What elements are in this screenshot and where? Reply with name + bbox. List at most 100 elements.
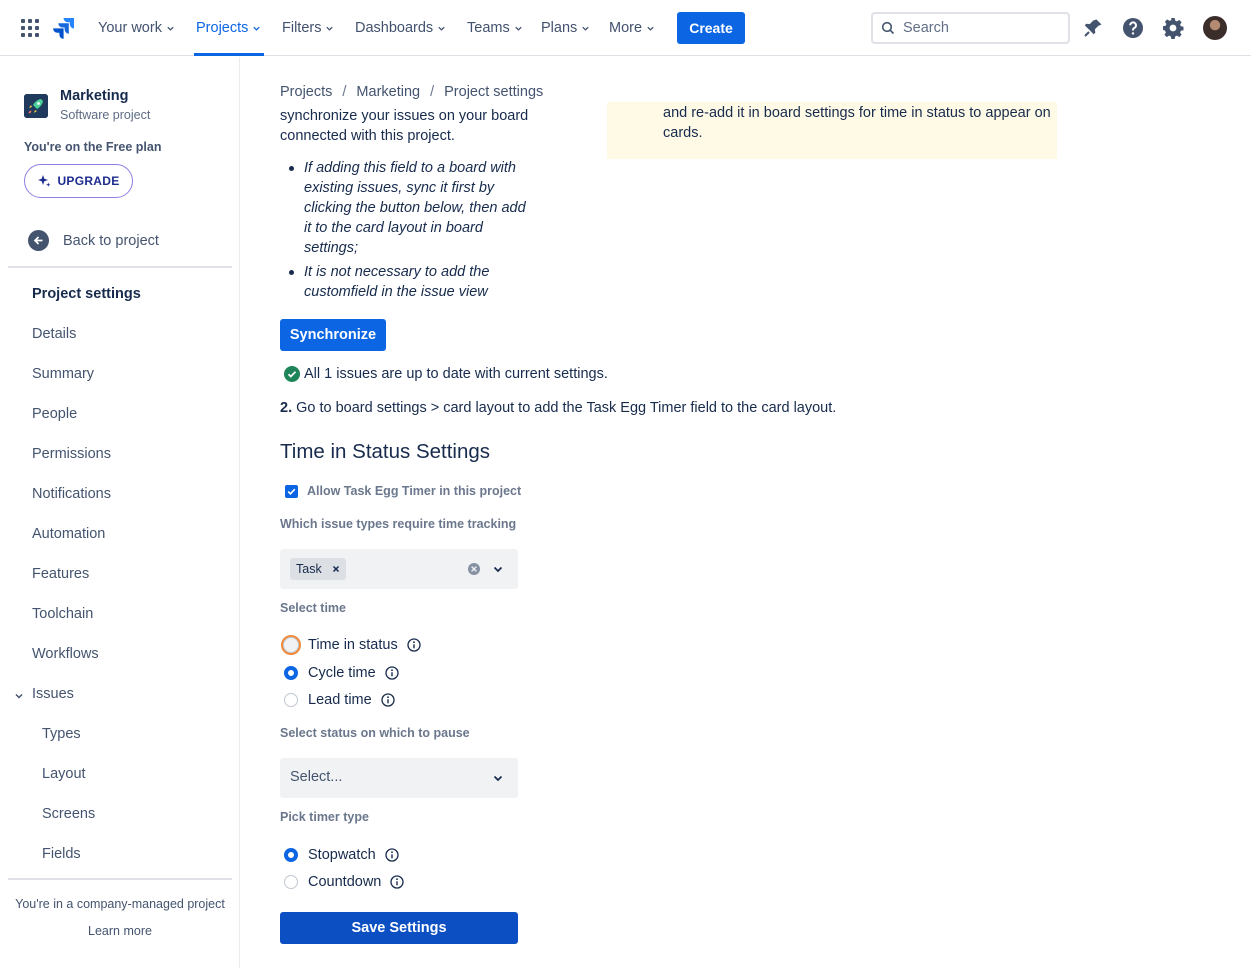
breadcrumb-projects[interactable]: Projects: [280, 84, 332, 100]
radio-countdown[interactable]: Countdown: [284, 874, 405, 890]
chevron-down-icon[interactable]: [492, 563, 504, 575]
radio-label: Time in status: [308, 637, 398, 653]
nav-projects[interactable]: Projects: [196, 18, 261, 38]
clear-selection-icon[interactable]: [467, 562, 481, 576]
upgrade-button[interactable]: UPGRADE: [24, 164, 133, 198]
selected-issue-type-chip: Task: [290, 558, 346, 580]
info-icon[interactable]: [385, 666, 399, 680]
back-to-project-link[interactable]: Back to project: [28, 230, 159, 251]
user-avatar[interactable]: [1203, 16, 1227, 40]
chevron-down-icon[interactable]: [14, 691, 24, 701]
info-icon[interactable]: [407, 638, 421, 652]
synchronize-button[interactable]: Synchronize: [280, 319, 386, 351]
radio-label: Cycle time: [308, 665, 376, 681]
timer-type-label: Pick timer type: [280, 810, 369, 824]
pause-status-select[interactable]: Select...: [280, 758, 518, 798]
sync-status: All 1 issues are up to date with current…: [284, 366, 608, 382]
sidebar-item-summary[interactable]: Summary: [32, 366, 94, 382]
nav-dashboards[interactable]: Dashboards: [355, 18, 446, 38]
sidebar-subitem-layout[interactable]: Layout: [42, 766, 86, 782]
sparkle-icon: [38, 175, 51, 187]
nav-label: Teams: [467, 20, 510, 36]
nav-more[interactable]: More: [609, 18, 655, 38]
allow-timer-checkbox[interactable]: Allow Task Egg Timer in this project: [285, 484, 521, 498]
sync-status-text: All 1 issues are up to date with current…: [304, 366, 608, 382]
radio-stopwatch[interactable]: Stopwatch: [284, 847, 399, 863]
sidebar-divider: [8, 878, 232, 880]
jira-logo-icon[interactable]: [52, 16, 76, 40]
sidebar-subitem-screens[interactable]: Screens: [42, 806, 95, 822]
app-switcher-icon[interactable]: [21, 19, 39, 37]
radio-label: Countdown: [308, 874, 382, 890]
radio-cycle-time[interactable]: Cycle time: [284, 665, 399, 681]
help-icon[interactable]: [1121, 16, 1145, 40]
sidebar-item-features[interactable]: Features: [32, 566, 89, 582]
step-number: 2.: [280, 400, 293, 416]
save-settings-button[interactable]: Save Settings: [280, 912, 518, 944]
nav-label: Dashboards: [355, 20, 434, 36]
radio-lead-time[interactable]: Lead time: [284, 692, 395, 708]
create-button[interactable]: Create: [677, 12, 745, 44]
issue-types-label: Which issue types require time tracking: [280, 517, 517, 531]
nav-teams[interactable]: Teams: [467, 18, 523, 38]
sidebar-item-issues[interactable]: Issues: [32, 686, 74, 702]
search-placeholder: Search: [903, 20, 949, 36]
project-rocket-icon: [24, 94, 48, 118]
section-title: Time in Status Settings: [280, 440, 491, 463]
radio-time-in-status[interactable]: Time in status: [281, 635, 421, 655]
upgrade-label: UPGRADE: [57, 174, 120, 188]
info-icon[interactable]: [390, 875, 405, 889]
nav-filters[interactable]: Filters: [282, 18, 334, 38]
project-name[interactable]: Marketing: [60, 88, 129, 104]
issue-types-select[interactable]: Task: [280, 549, 518, 589]
breadcrumb-project-settings[interactable]: Project settings: [444, 84, 543, 100]
notifications-icon[interactable]: [1081, 16, 1105, 40]
chip-label: Task: [296, 562, 322, 576]
sidebar-subitem-fields[interactable]: Fields: [42, 846, 81, 862]
sidebar-subitem-types[interactable]: Types: [42, 726, 81, 742]
sidebar-item-permissions[interactable]: Permissions: [32, 446, 111, 462]
chevron-down-icon: [647, 26, 654, 31]
breadcrumb-marketing[interactable]: Marketing: [356, 84, 420, 100]
radio-button[interactable]: [281, 635, 301, 655]
nav-label: Your work: [98, 20, 162, 36]
chevron-down-icon[interactable]: [492, 772, 504, 784]
sidebar-item-people[interactable]: People: [32, 406, 77, 422]
chevron-down-icon: [582, 26, 589, 31]
intro-text: synchronize your issues on your board co…: [280, 108, 529, 144]
sidebar-item-toolchain[interactable]: Toolchain: [32, 606, 93, 622]
select-placeholder: Select...: [290, 769, 343, 785]
checkbox-checked-icon[interactable]: [285, 484, 298, 498]
top-navigation: Your work Projects Filters Dashboards Te…: [0, 0, 1251, 56]
project-type: Software project: [60, 108, 151, 122]
search-input[interactable]: Search: [871, 12, 1070, 44]
nav-label: Plans: [541, 20, 578, 36]
radio-button-selected[interactable]: [284, 666, 298, 680]
radio-label: Stopwatch: [308, 847, 376, 863]
sidebar-item-workflows[interactable]: Workflows: [32, 646, 99, 662]
radio-button[interactable]: [284, 693, 298, 707]
company-managed-text: You're in a company-managed project: [15, 897, 225, 911]
nav-your-work[interactable]: Your work: [98, 18, 175, 38]
sidebar-item-notifications[interactable]: Notifications: [32, 486, 111, 502]
learn-more-link[interactable]: Learn more: [0, 924, 240, 938]
chevron-down-icon: [326, 26, 334, 31]
sidebar-item-details[interactable]: Details: [32, 326, 76, 342]
nav-label: Filters: [282, 20, 322, 36]
sidebar-section-title: Project settings: [32, 286, 141, 302]
info-icon[interactable]: [385, 848, 399, 862]
sidebar-item-automation[interactable]: Automation: [32, 526, 105, 542]
nav-label: More: [609, 20, 643, 36]
chevron-down-icon: [253, 26, 261, 31]
search-icon: [881, 21, 895, 35]
settings-gear-icon[interactable]: [1161, 16, 1185, 40]
radio-button-selected[interactable]: [284, 848, 298, 862]
sidebar-divider: [8, 266, 232, 268]
remove-chip-icon[interactable]: [332, 565, 340, 573]
info-icon[interactable]: [381, 693, 395, 707]
check-circle-icon: [284, 366, 300, 382]
radio-button[interactable]: [284, 875, 298, 889]
breadcrumb-separator: /: [342, 84, 347, 100]
nav-plans[interactable]: Plans: [541, 18, 590, 38]
chevron-down-icon: [438, 26, 445, 31]
